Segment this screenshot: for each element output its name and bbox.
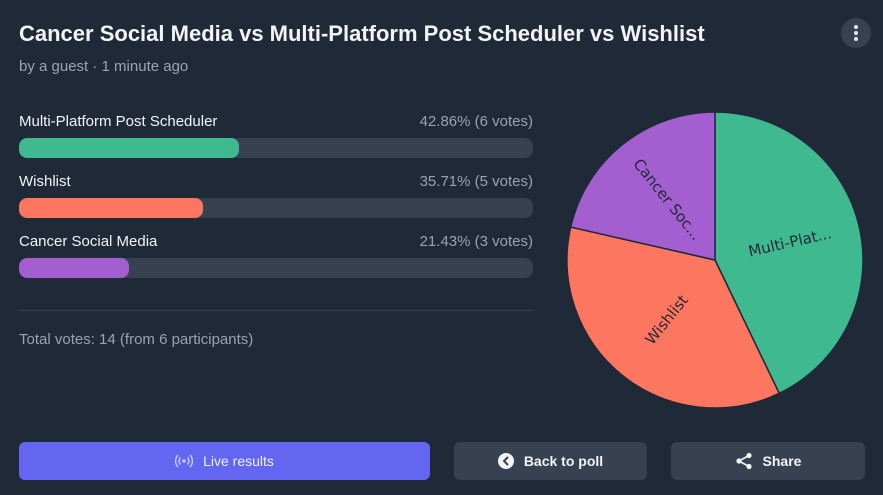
option-percent: 35.71% (5 votes) [419,173,533,190]
total-votes: Total votes: 14 (from 6 participants) [19,331,253,348]
more-options-button[interactable] [841,18,871,48]
poll-byline: by a guest · 1 minute ago [19,58,189,75]
result-bar-track [19,258,533,278]
back-to-poll-button[interactable]: Back to poll [454,442,647,480]
live-results-button[interactable]: Live results [19,442,430,480]
results-list: Multi-Platform Post Scheduler 42.86% (6 … [19,112,533,292]
broadcast-icon [175,454,194,468]
result-option: Multi-Platform Post Scheduler 42.86% (6 … [19,112,533,172]
share-label: Share [762,453,802,469]
option-percent: 21.43% (3 votes) [419,233,533,250]
result-option: Cancer Social Media 21.43% (3 votes) [19,232,533,292]
vertical-dots-icon [854,25,858,41]
option-percent: 42.86% (6 votes) [419,113,533,130]
option-label: Cancer Social Media [19,233,158,250]
arrow-left-circle-icon [497,453,514,469]
results-pie-chart: Multi-Plat...WishlistCancer Soc... [566,111,864,409]
back-to-poll-label: Back to poll [523,453,604,469]
total-count: 14 [99,331,116,348]
result-bar-track [19,198,533,218]
poll-title: Cancer Social Media vs Multi-Platform Po… [19,21,705,46]
result-bar-fill [19,138,240,158]
share-icon [735,452,752,470]
divider [19,310,533,311]
total-label: Total votes: [19,331,95,348]
result-option: Wishlist 35.71% (5 votes) [19,172,533,232]
live-results-label: Live results [203,453,274,469]
share-button[interactable]: Share [671,442,865,480]
total-participants: (from 6 participants) [119,331,254,348]
result-bar-track [19,138,533,158]
result-bar-fill [19,198,203,218]
option-label: Multi-Platform Post Scheduler [19,113,218,130]
result-bar-fill [19,258,130,278]
option-label: Wishlist [19,173,71,190]
